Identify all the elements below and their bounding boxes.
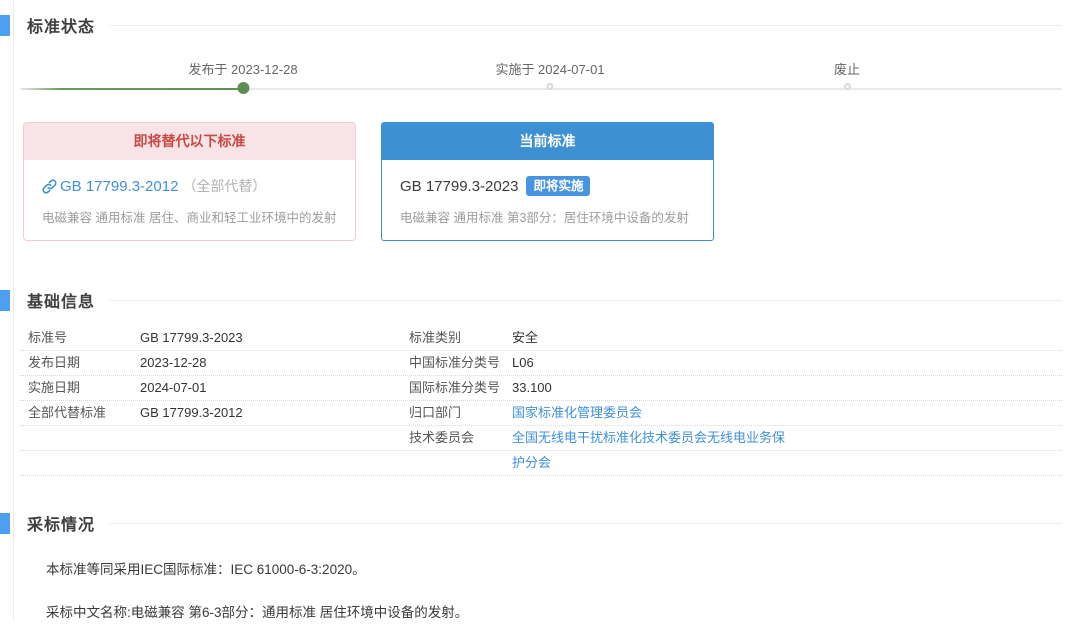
section-divider [109,24,1062,26]
replaced-standard-link[interactable]: GB 17799.3-2012 [60,178,178,195]
timeline-dot-published [237,82,249,94]
table-row: 全部代替标准 GB 17799.3-2012 归口部门 国家标准化管理委员会 [20,401,1062,426]
replace-scope-note: （全部代替） [182,178,267,194]
field-value-empty [140,451,409,475]
standard-detail-page: 标准状态 发布于 2023-12-28 实施于 2024-07-01 废止 即将… [0,0,1080,621]
page-left-border [13,0,14,621]
field-label: 全部代替标准 [28,405,107,420]
chain-link-icon [42,178,57,194]
timeline-node-implemented: 实施于 2024-07-01 [495,62,605,90]
standard-cards: 即将替代以下标准 GB 17799.3-2012 （全部代替） 电磁兼容 通用标… [23,122,1080,241]
field-label [20,451,140,475]
status-badge: 即将实施 [526,176,591,196]
field-label: 技术委员会 [409,430,475,445]
table-row: 技术委员会 全国无线电干扰标准化技术委员会无线电业务保 [20,426,1062,451]
field-label: 国际标准分类号 [409,380,501,395]
field-label: 实施日期 [28,380,81,395]
section-header-adoption: 采标情况 [0,512,1080,534]
replaced-standard-description: 电磁兼容 通用标准 居住、商业和轻工业环境中的发射 [42,211,337,225]
field-label: 标准号 [28,330,68,345]
section-title-status: 标准状态 [27,19,96,36]
timeline-dot-implemented [546,83,554,90]
replaced-card-body: GB 17799.3-2012 （全部代替） 电磁兼容 通用标准 居住、商业和轻… [24,160,355,226]
field-value-replaced-standard: GB 17799.3-2012 [140,405,243,420]
replaced-card-header: 即将替代以下标准 [24,123,355,160]
table-row: 标准号 GB 17799.3-2023 标准类别 安全 [20,326,1062,351]
timeline-label-published: 发布于 2023-12-28 [188,62,298,77]
section-accent-bar [0,512,10,534]
field-label: 发布日期 [28,355,81,370]
field-label [409,451,512,475]
field-value-category: 安全 [512,330,539,345]
field-label [20,426,140,450]
current-card-header: 当前标准 [382,123,713,160]
section-title-adoption: 采标情况 [27,517,96,534]
field-value-empty [140,426,409,450]
section-header-status: 标准状态 [0,14,1080,36]
field-value-standard-no: GB 17799.3-2023 [140,330,243,345]
current-standard-card: 当前标准 GB 17799.3-2023 即将实施 电磁兼容 通用标准 第3部分… [381,122,714,241]
field-value-publish-date: 2023-12-28 [140,355,207,370]
timeline-label-abolished: 废止 [833,62,861,77]
field-label: 标准类别 [409,330,462,345]
section-divider [109,299,1062,301]
section-divider [109,522,1062,524]
authority-link[interactable]: 国家标准化管理委员会 [512,405,642,420]
replaced-standard-card: 即将替代以下标准 GB 17799.3-2012 （全部代替） 电磁兼容 通用标… [23,122,356,241]
section-accent-bar [0,14,10,36]
table-row: 发布日期 2023-12-28 中国标准分类号 L06 [20,351,1062,376]
technical-committee-link-wrap[interactable]: 护分会 [512,455,551,470]
current-standard-code: GB 17799.3-2023 [400,177,519,195]
field-value-implement-date: 2024-07-01 [140,380,207,395]
timeline-node-published: 发布于 2023-12-28 [188,62,298,94]
section-accent-bar [0,289,10,311]
section-title-basic: 基础信息 [27,294,96,311]
current-card-body: GB 17799.3-2023 即将实施 电磁兼容 通用标准 第3部分：居住环境… [382,160,713,226]
field-value-ics-code: 33.100 [512,380,552,395]
timeline-dot-abolished [843,83,851,90]
status-timeline: 发布于 2023-12-28 实施于 2024-07-01 废止 [20,62,1062,108]
field-label: 中国标准分类号 [409,355,501,370]
timeline-label-implemented: 实施于 2024-07-01 [495,62,605,77]
field-label: 归口部门 [409,405,462,420]
current-standard-description: 电磁兼容 通用标准 第3部分：居住环境中设备的发射 [400,211,689,225]
adoption-chinese-name: 采标中文名称:电磁兼容 第6-3部分：通用标准 居住环境中设备的发射。 [46,605,469,620]
table-row: 护分会 [20,451,1062,476]
timeline-node-abolished: 废止 [834,62,860,90]
section-header-basic: 基础信息 [0,289,1080,311]
technical-committee-link[interactable]: 全国无线电干扰标准化技术委员会无线电业务保 [512,430,785,445]
field-value-ccs-code: L06 [512,355,534,370]
basic-info-table: 标准号 GB 17799.3-2023 标准类别 安全 发布日期 2023-12… [20,326,1062,476]
table-row: 实施日期 2024-07-01 国际标准分类号 33.100 [20,376,1062,401]
adoption-statement: 本标准等同采用IEC国际标准：IEC 61000-6-3:2020。 [46,562,366,577]
